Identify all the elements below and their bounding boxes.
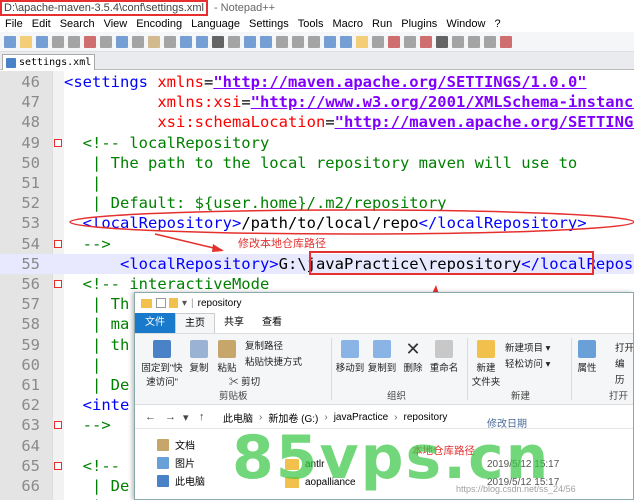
sidebar-item-icon xyxy=(157,438,169,451)
forward-arrow-icon[interactable]: → xyxy=(165,411,176,423)
ribbon-tab[interactable]: 查看 xyxy=(253,313,291,333)
ribbon-separator xyxy=(331,338,332,400)
pin-icon xyxy=(153,340,171,358)
explorer-title-bar: ▾ | repository xyxy=(135,293,633,313)
properties-icon xyxy=(578,340,596,358)
open-button[interactable]: 打开 xyxy=(615,340,633,354)
sidebar-item-label: 图片 xyxy=(175,459,195,470)
ribbon-separator xyxy=(467,338,468,400)
arrow-head-1 xyxy=(212,244,224,252)
breadcrumb-item[interactable]: javaPractice xyxy=(334,412,388,423)
sidebar-item[interactable]: 文档 xyxy=(157,437,195,452)
watermark: 85vps.cn xyxy=(232,423,551,493)
delete-icon: ✕ xyxy=(405,339,421,359)
screenshot-root: D:\apache-maven-3.5.4\conf\settings.xml … xyxy=(0,0,634,500)
ribbon-separator xyxy=(571,338,572,400)
properties-button[interactable]: 属性 xyxy=(575,340,599,374)
new-folder-button[interactable]: 新建 文件夹 xyxy=(471,340,501,388)
breadcrumb-item[interactable]: repository xyxy=(404,412,448,423)
copy-icon xyxy=(190,340,208,358)
copy-path-button[interactable]: 复制路径 xyxy=(245,338,283,352)
paste-button[interactable]: 粘贴 xyxy=(215,340,239,374)
new-item-button[interactable]: 新建项目 ▾ xyxy=(505,340,550,354)
clipboard-group-label: 剪贴板 xyxy=(219,391,248,402)
sidebar-item-label: 文档 xyxy=(175,441,195,452)
annotation-modify-path: 修改本地仓库路径 xyxy=(238,238,326,250)
paste-icon xyxy=(218,340,236,358)
dropdown-icon[interactable]: ▾ xyxy=(182,298,187,309)
up-arrow-icon[interactable]: ↑ xyxy=(199,411,205,423)
folder-icon xyxy=(477,340,495,358)
breadcrumb-separator-icon[interactable]: › xyxy=(324,412,327,423)
cut-icon: ✂ xyxy=(229,377,242,388)
sidebar-item-label: 此电脑 xyxy=(175,477,205,488)
history-button[interactable]: 历 xyxy=(615,372,625,386)
open-group-label: 打开 xyxy=(609,391,629,402)
sidebar-item[interactable]: 此电脑 xyxy=(157,473,205,488)
move-to-button[interactable]: 移动到 xyxy=(335,340,365,374)
copy-to-button[interactable]: 复制到 xyxy=(367,340,397,374)
ribbon-tabs: 文件 主页 共享 查看 xyxy=(135,312,633,334)
breadcrumb-separator-icon[interactable]: › xyxy=(259,412,262,423)
annotation-arrow-1 xyxy=(154,233,223,251)
easy-access-button[interactable]: 轻松访问 ▾ xyxy=(505,356,550,370)
pin-quick-access-button[interactable]: 固定到"快 速访问" xyxy=(139,340,185,388)
ribbon-tab[interactable]: 文件 xyxy=(135,313,175,333)
ribbon-tab[interactable]: 主页 xyxy=(175,312,215,334)
new-group-label: 新建 xyxy=(511,391,531,402)
cut-button[interactable]: ✂ 剪切 xyxy=(229,374,260,388)
path-highlight-box xyxy=(309,251,594,275)
sidebar-item-icon xyxy=(157,456,169,469)
recent-dropdown-icon[interactable]: ▾ xyxy=(183,411,189,424)
paste-shortcut-button[interactable]: 粘贴快捷方式 xyxy=(245,354,302,368)
move-to-icon xyxy=(341,340,359,358)
edit-button[interactable]: 编 xyxy=(615,356,625,370)
ribbon: 固定到"快 速访问" 复制 粘贴 复制路径 粘贴快捷方式 ✂ 剪切 剪贴板 移动… xyxy=(135,333,633,405)
organize-group-label: 组织 xyxy=(387,391,407,402)
delete-button[interactable]: ✕ 删除 xyxy=(401,340,425,374)
copy-to-icon xyxy=(373,340,391,358)
rename-icon xyxy=(435,340,453,358)
sidebar-item[interactable]: 图片 xyxy=(157,455,195,470)
sidebar-item-icon xyxy=(157,474,169,487)
copy-button[interactable]: 复制 xyxy=(187,340,211,374)
title-divider: | xyxy=(191,297,194,309)
ribbon-tab[interactable]: 共享 xyxy=(215,313,253,333)
ellipse-highlight xyxy=(69,209,634,235)
breadcrumb-separator-icon[interactable]: › xyxy=(394,412,397,423)
rename-button[interactable]: 重命名 xyxy=(429,340,459,374)
folder-icon xyxy=(141,298,152,308)
quick-access-icon[interactable] xyxy=(156,298,166,308)
new-folder-icon[interactable] xyxy=(169,298,178,308)
explorer-title: repository xyxy=(197,297,242,309)
back-arrow-icon[interactable]: ← xyxy=(145,411,156,423)
watermark-url: https://blog.csdn.net/ss_24/56 xyxy=(456,484,576,494)
